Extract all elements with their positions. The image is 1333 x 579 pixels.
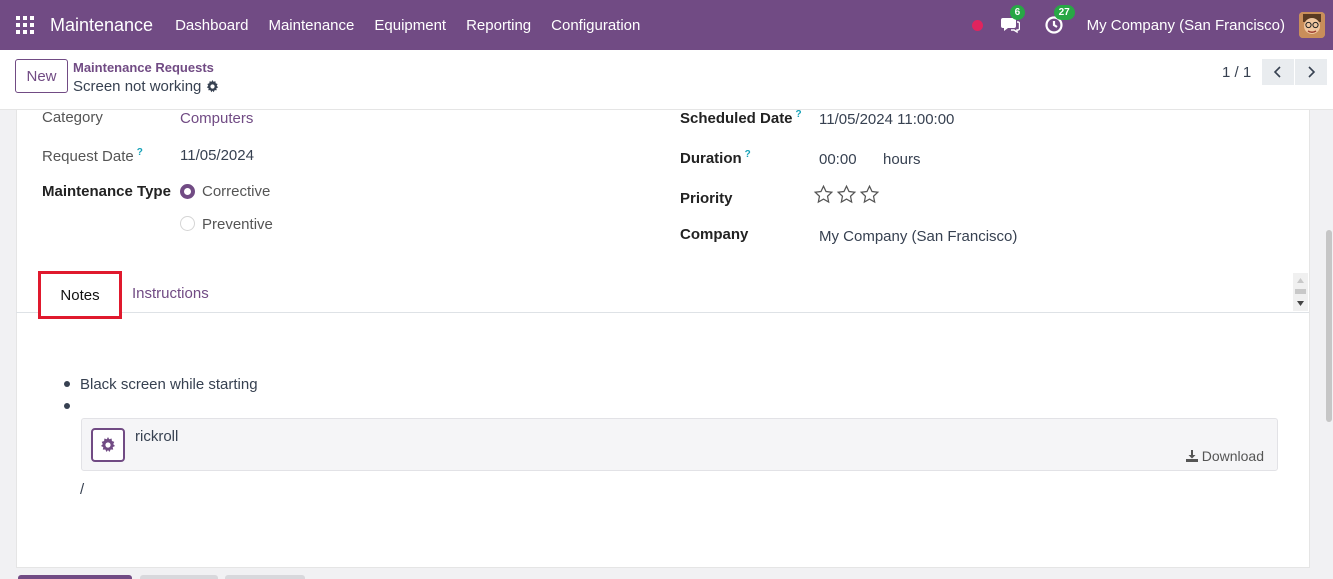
pager-value[interactable]: 1 / 1	[1222, 64, 1251, 81]
note-line-1[interactable]: Black screen while starting	[80, 376, 258, 393]
bottom-primary-button[interactable]	[18, 575, 132, 579]
category-field[interactable]: Computers	[180, 110, 253, 127]
menu-maintenance[interactable]: Maintenance	[268, 17, 354, 34]
breadcrumb-maintenance-requests[interactable]: Maintenance Requests	[73, 60, 214, 75]
priority-label: Priority	[680, 190, 733, 207]
gear-icon[interactable]	[206, 80, 219, 93]
form-sheet	[16, 110, 1310, 568]
record-title: Screen not working	[73, 78, 202, 95]
activities-clock-icon[interactable]: 27	[1043, 5, 1075, 36]
top-navbar: Maintenance Dashboard Maintenance Equipm…	[0, 0, 1333, 50]
help-icon[interactable]: ?	[137, 147, 143, 158]
bottom-secondary-button[interactable]	[140, 575, 218, 579]
company-label: Company	[680, 226, 749, 243]
tabs-divider	[16, 312, 1309, 313]
radio-preventive[interactable]	[180, 216, 195, 231]
pager-previous-button[interactable]	[1262, 59, 1294, 85]
app-brand[interactable]: Maintenance	[50, 15, 153, 36]
star-icon[interactable]	[813, 184, 834, 205]
messages-icon[interactable]: 6	[999, 5, 1026, 36]
tab-instructions[interactable]: Instructions	[132, 285, 209, 302]
request-date-field[interactable]: 11/05/2024	[180, 147, 254, 164]
duration-unit: hours	[883, 151, 921, 168]
bullet-point	[64, 403, 70, 409]
menu-dashboard[interactable]: Dashboard	[175, 17, 248, 34]
activities-badge: 27	[1053, 5, 1075, 20]
attachment-gear-icon	[91, 428, 125, 462]
tab-notes[interactable]: Notes	[38, 271, 122, 319]
bullet-point	[64, 381, 70, 387]
company-field[interactable]: My Company (San Francisco)	[819, 228, 1017, 245]
tabs-scrollbar[interactable]	[1293, 273, 1308, 311]
duration-label: Duration?	[680, 149, 751, 167]
priority-widget[interactable]	[813, 184, 882, 205]
help-icon[interactable]: ?	[745, 149, 751, 160]
attachment-card[interactable]: rickroll Download	[81, 418, 1278, 471]
radio-preventive-label[interactable]: Preventive	[202, 216, 273, 233]
control-panel: New Maintenance Requests Screen not work…	[0, 50, 1333, 110]
menu-configuration[interactable]: Configuration	[551, 17, 640, 34]
menu-reporting[interactable]: Reporting	[466, 17, 531, 34]
page-scrollbar[interactable]	[1326, 230, 1332, 422]
user-avatar[interactable]	[1299, 12, 1325, 38]
chevron-right-icon	[1308, 66, 1316, 78]
help-icon[interactable]: ?	[796, 109, 802, 120]
download-icon	[1185, 450, 1198, 462]
scheduled-date-field[interactable]: 11/05/2024 11:00:00	[819, 111, 954, 128]
bottom-tertiary-button[interactable]	[225, 575, 305, 579]
recording-dot-icon[interactable]	[971, 19, 983, 31]
download-button[interactable]: Download	[1185, 448, 1264, 464]
new-button[interactable]: New	[15, 59, 68, 93]
category-label: Category	[42, 109, 103, 126]
company-switcher[interactable]: My Company (San Francisco)	[1087, 17, 1285, 34]
menu-equipment[interactable]: Equipment	[374, 17, 446, 34]
star-icon[interactable]	[836, 184, 857, 205]
pager-next-button[interactable]	[1295, 59, 1327, 85]
attachment-name: rickroll	[135, 428, 179, 445]
download-label: Download	[1201, 448, 1264, 464]
duration-field[interactable]: 00:00	[819, 151, 857, 168]
radio-corrective[interactable]	[180, 184, 195, 199]
star-icon[interactable]	[859, 184, 880, 205]
record-title-row: Screen not working	[73, 78, 219, 95]
request-date-label: Request Date?	[42, 147, 143, 165]
maintenance-type-label: Maintenance Type	[42, 183, 171, 200]
scheduled-date-label: Scheduled Date?	[680, 109, 802, 127]
radio-corrective-label[interactable]: Corrective	[202, 183, 270, 200]
note-trailing-text[interactable]: /	[80, 481, 84, 498]
messages-badge: 6	[1009, 5, 1026, 20]
apps-grid-icon[interactable]	[0, 0, 50, 50]
chevron-left-icon	[1273, 66, 1281, 78]
